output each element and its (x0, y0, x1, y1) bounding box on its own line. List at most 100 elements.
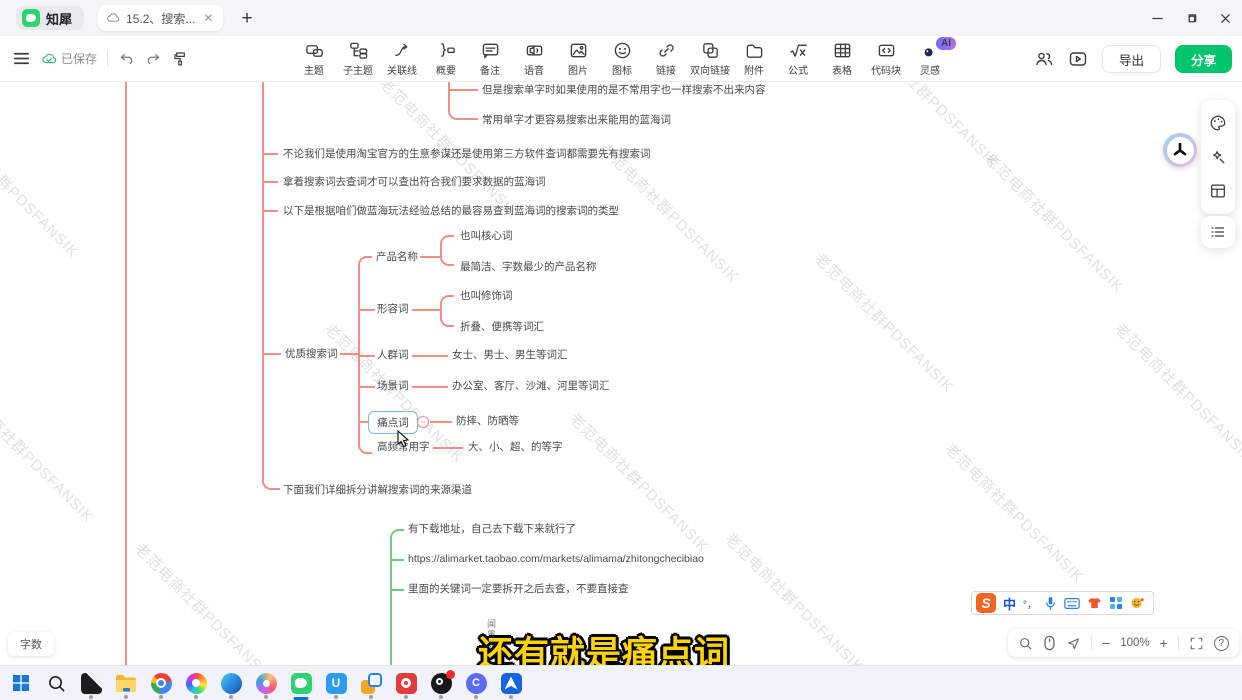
taskbar-u-app[interactable]: U (323, 670, 349, 696)
taskbar-edge[interactable] (218, 670, 244, 696)
ime-toolbox-icon[interactable] (1109, 596, 1123, 610)
ime-keyboard-icon[interactable] (1064, 597, 1080, 610)
restore-button[interactable] (1174, 0, 1208, 36)
tool-code-block[interactable]: 代码块 (864, 36, 908, 82)
share-button[interactable]: 分享 (1175, 45, 1232, 73)
tab-close-icon[interactable]: ✕ (201, 11, 215, 25)
sogou-logo-icon[interactable]: S (976, 593, 996, 613)
taskbar-zhixi-active[interactable] (288, 670, 314, 696)
export-button[interactable]: 导出 (1102, 45, 1161, 73)
mindmap-node[interactable]: 也叫核心词 (460, 230, 513, 242)
watermark: 老范电商社群PDSFANSIK (720, 528, 869, 665)
help-button[interactable]: ? (1214, 636, 1229, 651)
mindmap-node[interactable]: 拿着搜索词去查词才可以查出符合我们要求数据的蓝海词 (283, 176, 546, 188)
mindmap-node[interactable]: 以下是根据咱们做蓝海玩法经验总结的最容易查到蓝海词的搜索词的类型 (283, 205, 619, 217)
drag-mode-icon[interactable] (1043, 635, 1056, 651)
taskbar-search-icon[interactable] (43, 670, 69, 696)
format-painter-icon[interactable] (172, 50, 189, 67)
tool-link[interactable]: 链接 (644, 36, 688, 82)
mindmap-node[interactable]: 不论我们是使用淘宝官方的生意参谋还是使用第三方软件查词都需要先有搜索词 (283, 148, 651, 160)
mindmap-node[interactable]: 产品名称 (376, 251, 418, 263)
theme-palette-icon[interactable] (1209, 114, 1227, 132)
mindmap-node[interactable]: 常用单字才更容易搜索出来能用的蓝海词 (482, 114, 671, 126)
tool-note[interactable]: 备注 (468, 36, 512, 82)
presentation-icon[interactable] (1068, 49, 1088, 69)
mindmap-node[interactable]: 形容词 (377, 303, 409, 315)
mindmap-node[interactable]: 但是搜索单字时如果使用的是不常用字也一样搜索不出来内容 (482, 84, 766, 96)
collapse-handle[interactable]: − (417, 416, 429, 428)
taskbar-colorful-app[interactable] (253, 670, 279, 696)
watermark: 老范电商社群PDSFANSIK (855, 82, 1004, 172)
watermark: 老范电商社群PDSFANSIK (1110, 318, 1242, 467)
taskbar-squares-app[interactable] (358, 670, 384, 696)
taskbar-color-wheel-app[interactable] (183, 670, 209, 696)
fullscreen-icon[interactable] (1189, 636, 1204, 651)
zoom-in-button[interactable]: + (1160, 636, 1168, 650)
mindmap-node-url[interactable]: https://alimarket.taobao.com/markets/ali… (408, 553, 704, 565)
taskbar-obs[interactable] (428, 670, 454, 696)
close-button[interactable] (1208, 0, 1242, 36)
mindmap-node[interactable]: 办公室、客厅、沙滩、河里等词汇 (452, 380, 610, 392)
saved-label: 已保存 (61, 50, 97, 67)
collaborators-icon[interactable] (1034, 49, 1054, 69)
watermark: 老范电商社群PDSFANSIK (940, 438, 1089, 587)
tool-topic[interactable]: 主题 (292, 36, 336, 82)
taskbar-circle-c-app[interactable]: C (463, 670, 489, 696)
layout-icon[interactable] (1209, 182, 1227, 200)
taskbar-app-paint[interactable] (78, 670, 104, 696)
mindmap-node[interactable]: 优质搜索词 (285, 348, 338, 360)
tool-icon[interactable]: 图标 (600, 36, 644, 82)
ime-emoji-icon[interactable] (1130, 596, 1145, 610)
taskbar-file-explorer[interactable] (113, 670, 139, 696)
mindmap-node[interactable]: 折叠、便携等词汇 (460, 321, 544, 333)
taskbar-blue-plane-app[interactable] (498, 670, 524, 696)
tool-voice[interactable]: 语音 (512, 36, 556, 82)
mindmap-node[interactable]: 里面的关键词一定要拆开之后去查，不要直接查 (408, 583, 629, 595)
mindmap-node[interactable]: 人群词 (377, 349, 409, 361)
tool-subtopic[interactable]: 子主题 (336, 36, 380, 82)
new-tab-button[interactable]: + (241, 9, 252, 28)
mindmap-node[interactable]: 下面我们详细拆分讲解搜索词的来源渠道 (283, 484, 472, 496)
mindmap-node[interactable]: 场景词 (377, 380, 409, 392)
tool-formula[interactable]: 公式 (776, 36, 820, 82)
taskbar-red-o-app[interactable] (393, 670, 419, 696)
zoom-out-button[interactable]: − (1102, 636, 1110, 650)
mindmap-node[interactable]: 大、小、超、的等字 (468, 441, 563, 453)
outline-panel (1201, 216, 1235, 248)
beautify-wand-icon[interactable] (1209, 148, 1227, 166)
locate-icon[interactable] (1066, 636, 1081, 651)
tool-table[interactable]: 表格 (820, 36, 864, 82)
undo-icon[interactable] (118, 50, 135, 67)
start-button[interactable] (8, 670, 34, 696)
mindmap-node[interactable]: 最简洁、字数最少的产品名称 (460, 261, 597, 273)
ai-assistant-button[interactable] (1163, 133, 1197, 167)
menu-hamburger-icon[interactable] (12, 49, 31, 68)
tool-summary[interactable]: 概要 (424, 36, 468, 82)
app-home-button[interactable]: 知犀 (16, 6, 84, 30)
tool-image[interactable]: 图片 (556, 36, 600, 82)
ime-punctuation-icon[interactable]: °， (1023, 596, 1037, 611)
tool-attachment[interactable]: 附件 (732, 36, 776, 82)
mindmap-canvas[interactable]: 老范电商社群PDSFANSIK 老范电商社群PDSFANSIK 老范电商社群PD… (0, 82, 1242, 665)
toolbar: 已保存 主题 子主题 关联线 概要 (0, 36, 1242, 82)
zoom-level[interactable]: 100% (1120, 637, 1149, 649)
mindmap-node[interactable]: 也叫修饰词 (460, 290, 513, 302)
watermark: 老范电商社群PDSFANSIK (130, 538, 279, 665)
minimize-button[interactable] (1140, 0, 1174, 36)
search-icon[interactable] (1018, 636, 1033, 651)
ime-mode-chinese[interactable]: 中 (1003, 594, 1016, 613)
tool-inspiration-ai[interactable]: AI 灵感 (908, 36, 952, 82)
document-tab[interactable]: 15.2、搜索... ✕ (98, 5, 223, 31)
taskbar-chrome[interactable] (148, 670, 174, 696)
ime-skin-icon[interactable] (1087, 596, 1102, 610)
tool-relation-line[interactable]: 关联线 (380, 36, 424, 82)
mindmap-node[interactable]: 防摔、防晒等 (456, 415, 519, 427)
titlebar: 知犀 15.2、搜索... ✕ + (0, 0, 1242, 36)
ime-mic-icon[interactable] (1044, 596, 1057, 611)
mindmap-node[interactable]: 有下载地址，自己去下载下来就行了 (408, 523, 576, 535)
tool-bidirectional-link[interactable]: 双向链接 (688, 36, 732, 82)
word-count-pill[interactable]: 字数 (8, 632, 54, 656)
mindmap-node[interactable]: 女士、男士、男生等词汇 (452, 349, 568, 361)
outline-list-icon[interactable] (1209, 223, 1227, 241)
redo-icon[interactable] (145, 50, 162, 67)
